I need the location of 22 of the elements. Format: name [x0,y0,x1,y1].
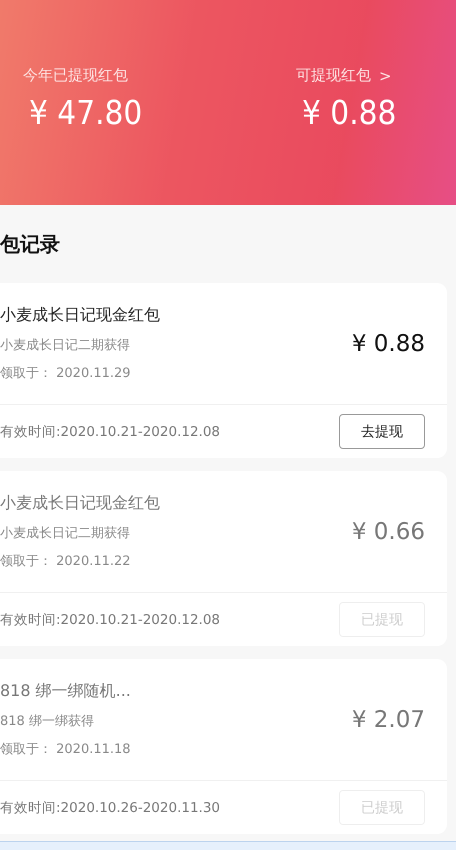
record-source: 818 绑一绑获得 [0,713,95,730]
record-amount: ¥ 2.07 [352,706,425,732]
withdraw-button[interactable]: 去提现 [339,414,425,449]
chevron-icon: > [379,66,392,84]
record-title: 818 绑一绑随机... [0,681,131,702]
record-date: 领取于： 2020.11.29 [0,365,132,382]
validity-period: 有效时间:2020.10.21-2020.12.08 [0,610,220,628]
available-link[interactable]: 可提现红包 > [296,66,456,85]
record-amount: ¥ 0.88 [352,330,425,356]
record-source: 小麦成长日记二期获得 [0,337,131,354]
record-title: 小麦成长日记现金红包 [0,305,160,326]
validity-period: 有效时间:2020.10.26-2020.11.30 [0,798,220,816]
withdrawn-total-amount: ¥ 47.80 [28,93,142,132]
available-amount: ¥ 0.88 [301,93,398,132]
record-date: 领取于： 2020.11.18 [0,741,131,758]
record-amount: ¥ 0.66 [352,518,425,544]
validity-period: 有效时间:2020.10.21-2020.12.08 [0,422,220,440]
record-date: 领取于： 2020.11.22 [0,553,132,570]
available-label: 可提现红包 [296,66,371,85]
record-source: 小麦成长日记二期获得 [0,525,131,542]
record-title: 小麦成长日记现金红包 [0,493,160,514]
withdrawn-total-label: 今年已提现红包 [23,66,129,85]
